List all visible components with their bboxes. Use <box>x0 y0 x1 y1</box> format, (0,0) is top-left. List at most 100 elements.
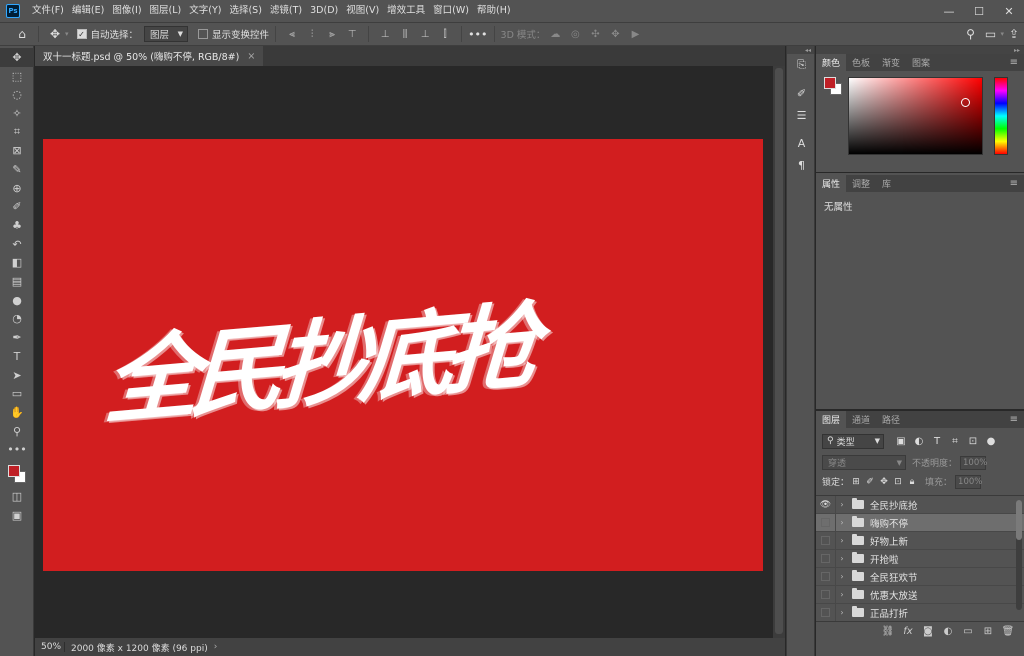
history-icon[interactable]: ⎘ <box>787 54 816 76</box>
lock-all-icon[interactable]: 🔒︎ <box>905 477 919 487</box>
visibility-toggle[interactable] <box>816 585 836 604</box>
opacity-input[interactable]: 100% <box>960 455 987 470</box>
scrollbar-thumb[interactable] <box>775 68 783 634</box>
adjustment-layer-icon[interactable]: ◐ <box>938 626 958 637</box>
eyedropper-tool[interactable]: ✎ <box>0 160 34 179</box>
visibility-toggle[interactable] <box>816 567 836 586</box>
hue-slider[interactable] <box>994 77 1008 155</box>
menu-file[interactable]: 文件(F) <box>28 0 68 22</box>
chevron-right-icon[interactable]: › <box>836 536 848 545</box>
panel-menu-icon[interactable]: ≡ <box>1010 178 1018 189</box>
align-vcenter-icon[interactable]: ⊥ <box>377 26 393 42</box>
zoom-tool[interactable]: ⚲ <box>0 422 34 441</box>
foreground-color-swatch[interactable] <box>8 465 20 478</box>
visibility-toggle[interactable] <box>816 549 836 568</box>
workspace-icon[interactable]: ▭ <box>980 24 1000 44</box>
new-group-icon[interactable]: ▭ <box>958 626 978 637</box>
lock-artboard-icon[interactable]: ⊡ <box>891 477 905 487</box>
menu-help[interactable]: 帮助(H) <box>473 0 515 22</box>
tab-libraries[interactable]: 库 <box>876 175 897 192</box>
type-tool[interactable]: T <box>0 347 34 366</box>
3d-roll-icon[interactable]: ◎ <box>567 26 583 42</box>
crop-tool[interactable]: ⌗ <box>0 123 34 142</box>
auto-select-checkbox[interactable]: ✓ <box>76 29 87 39</box>
filter-toggle-icon[interactable]: ● <box>982 436 1000 447</box>
filter-shape-icon[interactable]: ⌗ <box>946 436 964 447</box>
chevron-right-icon[interactable]: › <box>836 518 848 527</box>
menu-plugins[interactable]: 增效工具 <box>383 0 429 22</box>
menu-select[interactable]: 选择(S) <box>225 0 265 22</box>
filter-smart-object-icon[interactable]: ⊡ <box>964 436 982 447</box>
gradient-tool[interactable]: ▤ <box>0 272 34 291</box>
distribute-icon[interactable]: ⫼ <box>397 26 413 42</box>
path-select-tool[interactable]: ➤ <box>0 366 34 385</box>
hand-tool[interactable]: ✋ <box>0 403 34 422</box>
link-layers-icon[interactable]: ⛓ <box>878 626 898 637</box>
adjustments-icon[interactable]: ☰ <box>787 104 816 126</box>
show-transform-checkbox[interactable] <box>198 29 209 39</box>
search-icon[interactable]: ⚲ <box>960 24 980 44</box>
auto-select-dropdown[interactable]: 图层 ▼ <box>144 26 189 42</box>
chevron-right-icon[interactable]: › <box>836 500 848 509</box>
marquee-tool[interactable]: ⬚ <box>0 67 34 86</box>
filter-adjustment-icon[interactable]: ◐ <box>910 436 928 447</box>
stamp-tool[interactable]: ♣ <box>0 216 34 235</box>
layer-kind-filter[interactable]: ⚲ 类型 ▼ <box>822 433 884 449</box>
lock-transparent-icon[interactable]: ⊞ <box>849 477 863 487</box>
distribute-spacing-icon[interactable]: ⫿ <box>437 26 453 42</box>
minimize-button[interactable]: — <box>934 0 964 22</box>
quick-mask-icon[interactable]: ◫ <box>0 487 34 506</box>
layer-row[interactable]: › 嗨购不停 <box>816 513 1024 532</box>
tab-swatches[interactable]: 色板 <box>846 54 876 71</box>
lock-position-icon[interactable]: ✥ <box>877 477 891 487</box>
layer-row[interactable]: › 好物上新 <box>816 531 1024 550</box>
paragraph-icon[interactable]: ¶ <box>787 154 816 176</box>
chevron-down-icon[interactable]: ▾ <box>65 30 69 38</box>
menu-view[interactable]: 视图(V) <box>342 0 383 22</box>
screen-mode-icon[interactable]: ▣ <box>0 506 34 525</box>
layer-row[interactable]: › 全民狂欢节 <box>816 567 1024 586</box>
align-right-icon[interactable]: ⫸ <box>324 26 340 42</box>
lasso-tool[interactable]: ◌ <box>0 85 34 104</box>
tab-adjustments[interactable]: 调整 <box>846 175 876 192</box>
filter-pixel-icon[interactable]: ▣ <box>892 436 910 447</box>
3d-pan-icon[interactable]: ✣ <box>587 26 603 42</box>
tab-paths[interactable]: 路径 <box>876 411 906 428</box>
align-top-icon[interactable]: ⊤ <box>344 26 360 42</box>
tab-channels[interactable]: 通道 <box>846 411 876 428</box>
menu-3d[interactable]: 3D(D) <box>306 0 342 22</box>
menu-filter[interactable]: 滤镜(T) <box>266 0 306 22</box>
more-options-button[interactable]: ••• <box>468 28 487 41</box>
collapse-panels[interactable]: ▸▸ <box>816 46 1024 54</box>
shape-tool[interactable]: ▭ <box>0 384 34 403</box>
color-picker-cursor[interactable] <box>961 98 970 107</box>
add-mask-icon[interactable]: ◙ <box>918 626 938 637</box>
scrollbar-thumb[interactable] <box>1016 500 1022 540</box>
share-icon[interactable]: ⇪ <box>1004 24 1024 44</box>
character-icon[interactable]: A <box>787 132 816 154</box>
maximize-button[interactable]: ☐ <box>964 0 994 22</box>
canvas-area[interactable]: 全民抄底抢 <box>35 66 773 638</box>
move-tool[interactable]: ✥ <box>0 48 34 67</box>
more-tools[interactable]: ••• <box>0 440 34 459</box>
layer-row[interactable]: › 正品打折 <box>816 603 1024 621</box>
lock-pixels-icon[interactable]: ✐ <box>863 477 877 487</box>
dodge-tool[interactable]: ◔ <box>0 310 34 329</box>
layer-list-scrollbar[interactable] <box>1016 500 1022 610</box>
new-layer-icon[interactable]: ⊞ <box>978 626 998 637</box>
chevron-right-icon[interactable]: › <box>836 608 848 617</box>
home-icon[interactable]: ⌂ <box>12 24 32 44</box>
chevron-right-icon[interactable]: › <box>836 554 848 563</box>
history-brush-tool[interactable]: ↶ <box>0 235 34 254</box>
menu-window[interactable]: 窗口(W) <box>429 0 473 22</box>
brush-settings-icon[interactable]: ✐ <box>787 82 816 104</box>
align-bottom-icon[interactable]: ⊥ <box>417 26 433 42</box>
magic-wand-tool[interactable]: ✧ <box>0 104 34 123</box>
tab-gradients[interactable]: 渐变 <box>876 54 906 71</box>
pen-tool[interactable]: ✒ <box>0 328 34 347</box>
3d-slide-icon[interactable]: ✥ <box>607 26 623 42</box>
foreground-color-swatch[interactable] <box>824 77 836 89</box>
align-left-icon[interactable]: ⫷ <box>284 26 300 42</box>
vertical-scrollbar[interactable] <box>773 66 785 638</box>
fx-icon[interactable]: fx <box>898 626 918 637</box>
